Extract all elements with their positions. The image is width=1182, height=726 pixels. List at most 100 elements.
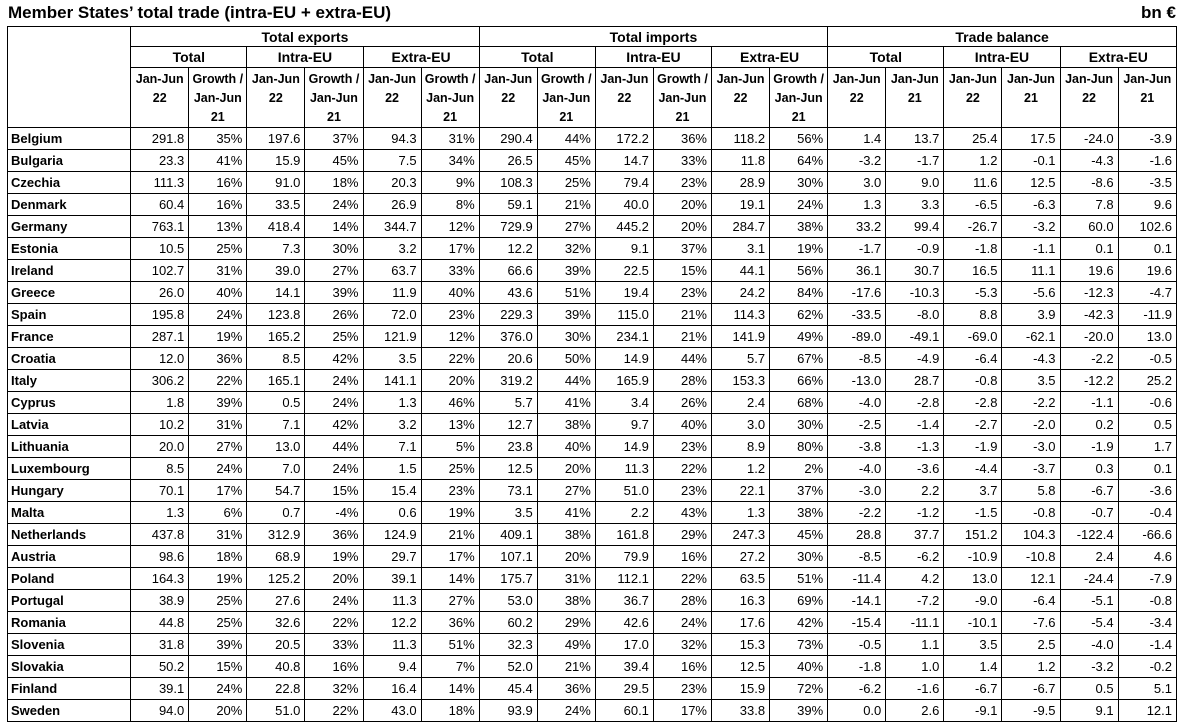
value-cell: 3.0 (710, 413, 771, 436)
value-cell: 54.7 (246, 479, 306, 502)
value-cell: 2.5 (1001, 633, 1061, 656)
value-cell: -3.9 (1117, 127, 1178, 150)
value-cell: 73.1 (478, 479, 538, 502)
value-cell: 93.9 (478, 699, 538, 722)
table-row: Austria 98.6 18% 68.9 19% 29.7 17% 107.1 20% 79.9… (6, 545, 1178, 568)
table-row: Sweden 94.0 20% 51.0 22% 43.0 18% 93.9 24% 60.1 17… (6, 699, 1178, 722)
value-cell: -10.1 (943, 611, 1003, 634)
value-cell: 63.7 (362, 259, 422, 282)
table-row: Czechia 111.3 16% 91.0 18% 20.3 9% 108.3 25% 79.4… (6, 171, 1178, 194)
value-cell: 20% (420, 369, 480, 392)
value-cell: 3.4 (594, 391, 654, 414)
value-cell: 20.6 (478, 347, 538, 370)
value-cell: 23% (420, 303, 480, 326)
value-cell: 40.8 (246, 655, 306, 678)
table-row: Belgium 291.8 35% 197.6 37% 94.3 31% 290.4 44% 17… (6, 127, 1178, 150)
value-cell: -3.0 (827, 479, 887, 502)
value-cell: -3.2 (1059, 655, 1119, 678)
value-cell: 11.8 (710, 149, 771, 172)
value-cell: 8.8 (943, 303, 1003, 326)
value-cell: -7.9 (1117, 567, 1178, 590)
value-cell: 49% (536, 633, 596, 656)
value-cell: 25% (188, 611, 248, 634)
value-cell: 32% (652, 633, 713, 656)
value-cell: 60.1 (594, 699, 654, 722)
column-header: Growth / Jan-Jun 21 (304, 67, 364, 128)
value-cell: 30% (769, 545, 829, 568)
table-row: Croatia 12.0 36% 8.5 42% 3.5 22% 20.6 50% 14.9 44%… (6, 347, 1178, 370)
value-cell: 72.0 (362, 303, 422, 326)
subgroup-exports-total: Total (130, 46, 248, 68)
value-cell: 16.5 (943, 259, 1003, 282)
value-cell: -9.5 (1001, 699, 1061, 722)
country-name: Germany (6, 215, 132, 238)
value-cell: 18% (304, 171, 364, 194)
value-cell: 22.1 (710, 479, 771, 502)
value-cell: 20.5 (246, 633, 306, 656)
value-cell: 0.1 (1117, 237, 1178, 260)
value-cell: 36% (188, 347, 248, 370)
value-cell: 3.9 (1001, 303, 1061, 326)
value-cell: 153.3 (710, 369, 771, 392)
value-cell: 14.9 (594, 435, 654, 458)
country-name: Belgium (6, 127, 132, 150)
header-subgroup-row: Total Intra-EU Extra-EU Total Intra-EU E… (6, 46, 1178, 68)
table-row: Estonia 10.5 25% 7.3 30% 3.2 17% 12.2 32% 9.1 37% 3… (6, 237, 1178, 260)
value-cell: 30% (304, 237, 364, 260)
table-row: Italy 306.2 22% 165.1 24% 141.1 20% 319.2 44% 165… (6, 369, 1178, 392)
value-cell: 5% (420, 435, 480, 458)
value-cell: 24% (304, 457, 364, 480)
value-cell: 287.1 (130, 325, 190, 348)
value-cell: 22% (188, 369, 248, 392)
value-cell: -24.4 (1059, 567, 1119, 590)
value-cell: -4.0 (827, 457, 887, 480)
value-cell: 37% (769, 479, 829, 502)
value-cell: 29.5 (594, 677, 654, 700)
value-cell: -0.9 (885, 237, 945, 260)
value-cell: -10.3 (885, 281, 945, 304)
value-cell: 12.0 (130, 347, 190, 370)
value-cell: 15% (652, 259, 713, 282)
value-cell: 1.4 (827, 127, 887, 150)
value-cell: -5.6 (1001, 281, 1061, 304)
value-cell: 23% (652, 281, 713, 304)
country-name: Bulgaria (6, 149, 132, 172)
value-cell: -1.4 (1117, 633, 1178, 656)
value-cell: 24% (188, 457, 248, 480)
value-cell: 3.7 (943, 479, 1003, 502)
value-cell: 51.0 (594, 479, 654, 502)
value-cell: -6.7 (1059, 479, 1119, 502)
value-cell: 12.2 (478, 237, 538, 260)
value-cell: 21% (420, 523, 480, 546)
value-cell: 3.5 (362, 347, 422, 370)
country-name: Portugal (6, 589, 132, 612)
value-cell: 14.9 (594, 347, 654, 370)
value-cell: 32.3 (478, 633, 538, 656)
value-cell: -3.8 (827, 435, 887, 458)
value-cell: -12.2 (1059, 369, 1119, 392)
table-row: Poland 164.3 19% 125.2 20% 39.1 14% 175.7 31% 112… (6, 567, 1178, 590)
value-cell: 1.3 (827, 193, 887, 216)
value-cell: -5.1 (1059, 589, 1119, 612)
value-cell: 16.4 (362, 677, 422, 700)
table-row: Slovakia 50.2 15% 40.8 16% 9.4 7% 52.0 21% 39.4 16… (6, 655, 1178, 678)
value-cell: 40.0 (594, 193, 654, 216)
country-name: Italy (6, 369, 132, 392)
value-cell: 30% (769, 413, 829, 436)
value-cell: 102.6 (1117, 215, 1178, 238)
value-cell: 27% (304, 259, 364, 282)
value-cell: 0.5 (246, 391, 306, 414)
value-cell: -6.7 (1001, 677, 1061, 700)
value-cell: 38% (769, 501, 829, 524)
value-cell: -3.7 (1001, 457, 1061, 480)
value-cell: 0.1 (1059, 237, 1119, 260)
value-cell: 1.3 (710, 501, 771, 524)
value-cell: 32% (536, 237, 596, 260)
value-cell: 1.7 (1117, 435, 1178, 458)
value-cell: -3.2 (1001, 215, 1061, 238)
value-cell: 15.9 (246, 149, 306, 172)
value-cell: 28% (652, 589, 713, 612)
value-cell: 290.4 (478, 127, 538, 150)
value-cell: 28% (652, 369, 713, 392)
value-cell: 12% (420, 325, 480, 348)
